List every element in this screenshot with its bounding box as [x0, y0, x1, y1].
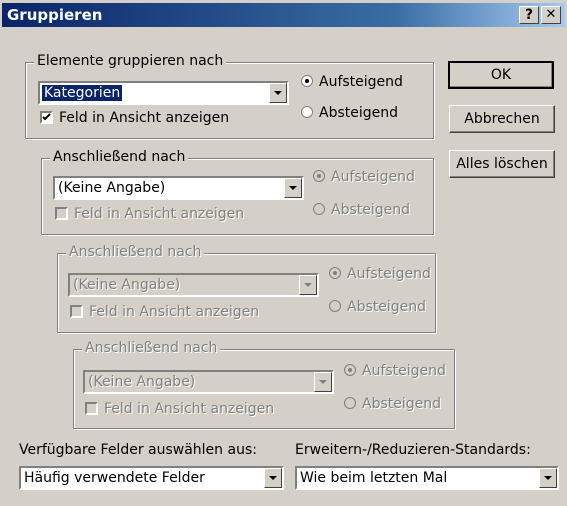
help-button[interactable]: ?: [519, 6, 539, 24]
radio-label: Aufsteigend: [331, 169, 415, 185]
radio-label: Aufsteigend: [362, 363, 446, 379]
chevron-down-icon[interactable]: [314, 372, 332, 392]
ascending-radio-2[interactable]: Aufsteigend: [313, 169, 415, 185]
ok-button[interactable]: OK: [448, 61, 554, 89]
combo-value: Wie beim letzten Mal: [300, 470, 448, 486]
group-by-dialog: Gruppieren ? ✕ Elemente gruppieren nach …: [0, 0, 567, 506]
chevron-down-icon[interactable]: [539, 468, 557, 488]
group-field-combo-1[interactable]: Kategorien: [38, 81, 289, 105]
group-field-combo-3[interactable]: (Keine Angabe): [68, 273, 319, 297]
checkbox-label: Feld in Ansicht anzeigen: [89, 304, 260, 320]
chevron-down-icon[interactable]: [269, 83, 287, 103]
ascending-radio-4[interactable]: Aufsteigend: [344, 363, 446, 379]
radio-empty-icon: [329, 300, 341, 312]
radio-label: Absteigend: [347, 299, 427, 315]
show-field-checkbox-3[interactable]: Feld in Ansicht anzeigen: [70, 304, 259, 320]
available-fields-label: Verfügbare Felder auswählen aus:: [19, 442, 257, 458]
checkbox-icon: [55, 207, 68, 220]
group-legend: Anschließend nach: [66, 244, 205, 260]
group-legend: Elemente gruppieren nach: [34, 53, 227, 69]
combo-value: (Keine Angabe): [73, 277, 181, 293]
radio-label: Absteigend: [319, 105, 399, 121]
radio-empty-icon: [344, 397, 356, 409]
group-field-combo-2[interactable]: (Keine Angabe): [53, 176, 304, 200]
descending-radio-4[interactable]: Absteigend: [344, 396, 441, 412]
available-fields-combo[interactable]: Häufig verwendete Felder: [19, 466, 284, 490]
chevron-down-icon[interactable]: [299, 275, 317, 295]
checkbox-icon: [85, 402, 98, 415]
expand-collapse-label: Erweitern-/Reduzieren-Standards:: [295, 442, 531, 458]
show-field-checkbox-2[interactable]: Feld in Ansicht anzeigen: [55, 206, 244, 222]
expand-collapse-combo[interactable]: Wie beim letzten Mal: [295, 466, 559, 490]
checkbox-label: Feld in Ansicht anzeigen: [59, 110, 230, 126]
group-field-combo-4[interactable]: (Keine Angabe): [83, 370, 334, 394]
chevron-down-icon[interactable]: [264, 468, 282, 488]
title-bar[interactable]: Gruppieren ? ✕: [2, 3, 565, 27]
radio-label: Absteigend: [331, 202, 411, 218]
group-legend: Anschließend nach: [82, 340, 221, 356]
show-field-checkbox-4[interactable]: Feld in Ansicht anzeigen: [85, 401, 274, 417]
checkbox-label: Feld in Ansicht anzeigen: [74, 206, 245, 222]
radio-label: Aufsteigend: [347, 266, 431, 282]
clear-all-button[interactable]: Alles löschen: [449, 150, 555, 178]
ascending-radio-1[interactable]: Aufsteigend: [301, 74, 403, 90]
combo-value: (Keine Angabe): [58, 180, 166, 196]
radio-empty-icon: [301, 106, 313, 118]
descending-radio-1[interactable]: Absteigend: [301, 105, 398, 121]
combo-value: Häufig verwendete Felder: [24, 470, 205, 486]
ascending-radio-3[interactable]: Aufsteigend: [329, 266, 431, 282]
dialog-title: Gruppieren: [7, 6, 103, 24]
group-legend: Anschließend nach: [50, 149, 189, 165]
combo-value: Kategorien: [42, 85, 123, 101]
descending-radio-2[interactable]: Absteigend: [313, 202, 410, 218]
radio-empty-icon: [313, 203, 325, 215]
radio-selected-icon: [344, 364, 356, 376]
radio-label: Absteigend: [362, 396, 442, 412]
show-field-checkbox-1[interactable]: Feld in Ansicht anzeigen: [40, 110, 229, 126]
cancel-button[interactable]: Abbrechen: [449, 105, 555, 133]
radio-selected-icon: [313, 170, 325, 182]
checkbox-icon: [70, 305, 83, 318]
chevron-down-icon[interactable]: [284, 178, 302, 198]
radio-label: Aufsteigend: [319, 74, 403, 90]
descending-radio-3[interactable]: Absteigend: [329, 299, 426, 315]
checkmark-icon: [40, 111, 53, 124]
radio-selected-icon: [301, 75, 313, 87]
combo-value: (Keine Angabe): [88, 374, 196, 390]
close-button[interactable]: ✕: [541, 6, 561, 24]
radio-selected-icon: [329, 267, 341, 279]
checkbox-label: Feld in Ansicht anzeigen: [104, 401, 275, 417]
